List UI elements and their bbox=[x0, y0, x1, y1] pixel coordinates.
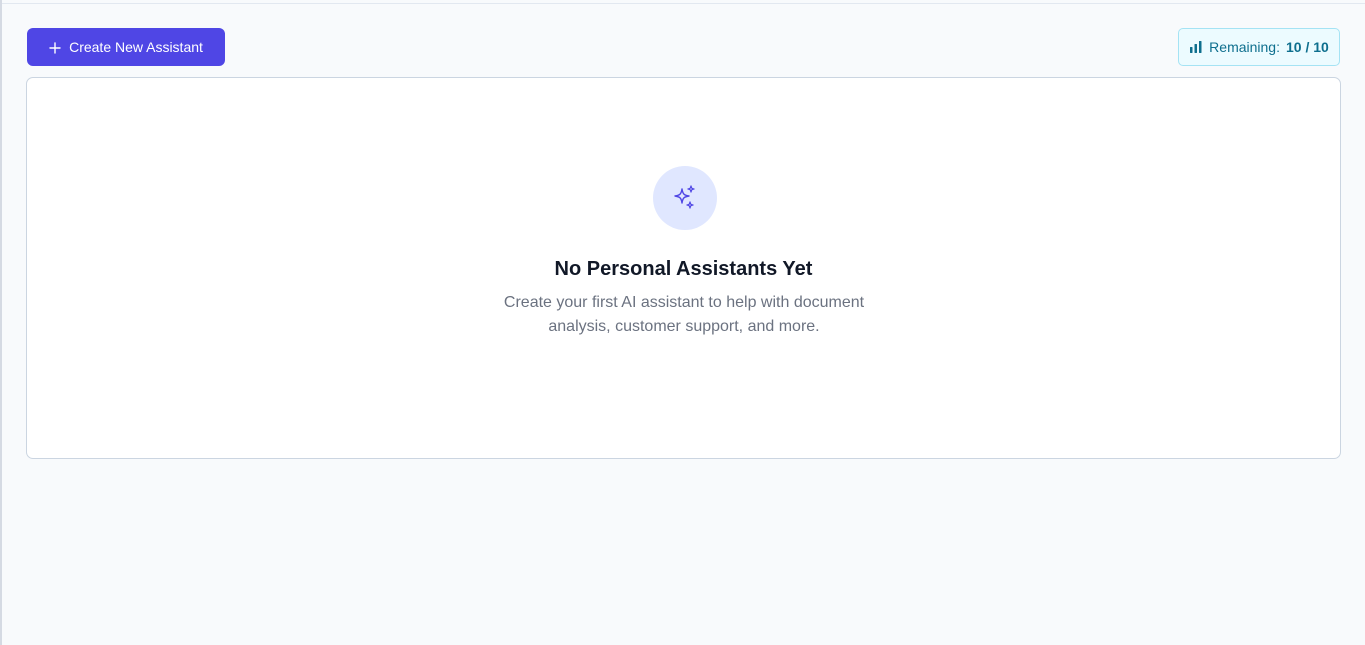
create-new-assistant-button[interactable]: Create New Assistant bbox=[27, 28, 225, 66]
empty-state-description: Create your first AI assistant to help w… bbox=[503, 294, 865, 335]
remaining-count: 10 / 10 bbox=[1286, 39, 1329, 55]
assistants-page: Create New Assistant Remaining: 10 / 10 … bbox=[0, 0, 1365, 645]
bar-chart-icon bbox=[1189, 40, 1203, 54]
empty-state-icon-circle bbox=[653, 166, 717, 230]
header-divider bbox=[2, 3, 1365, 4]
assistants-empty-panel: No Personal Assistants Yet Create your f… bbox=[26, 77, 1341, 459]
remaining-quota-badge: Remaining: 10 / 10 bbox=[1178, 28, 1340, 66]
plus-icon bbox=[49, 41, 61, 54]
create-new-assistant-label: Create New Assistant bbox=[69, 39, 203, 55]
remaining-label: Remaining: bbox=[1209, 39, 1280, 55]
sparkles-icon bbox=[674, 185, 695, 209]
empty-state-title: No Personal Assistants Yet bbox=[554, 258, 813, 280]
